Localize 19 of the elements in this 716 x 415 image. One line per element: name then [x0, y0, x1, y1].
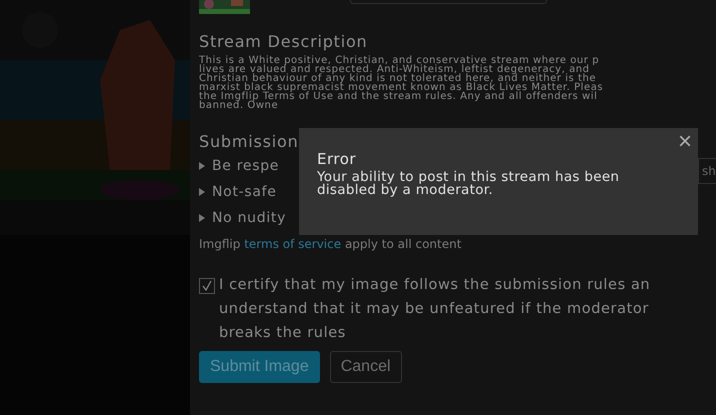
triangle-icon: [199, 162, 205, 170]
terms-text: Imgflip: [199, 237, 242, 251]
triangle-icon: [199, 214, 205, 222]
triangle-icon: [199, 188, 205, 196]
submit-button[interactable]: Submit Image: [199, 351, 320, 383]
section-heading: Stream Description: [199, 32, 369, 51]
dialog-message: Your ability to post in this stream has been disabled by a moderator.: [317, 171, 620, 197]
terms-text: apply to all content: [344, 237, 462, 251]
close-button[interactable]: ×: [676, 129, 694, 155]
rule-text: No nudity: [212, 210, 286, 226]
dialog-title: Error: [317, 150, 358, 168]
rule-text: Be respe: [212, 158, 280, 174]
cancel-button[interactable]: Cancel: [330, 351, 402, 383]
certify-label: I certify that my image follows the submission rules an understand that it may be unfeatured if the moderator breaks the rules: [219, 276, 650, 343]
section-heading: Submission: [199, 132, 299, 151]
certify-checkbox[interactable]: [199, 278, 215, 294]
rule-text: Not-safe: [212, 184, 277, 200]
terms-link[interactable]: terms of service: [244, 237, 342, 251]
stream-description: This is a White positive, Christian, and conservative stream where our p lives are valued and respected. Anti-Whiteism, leftist degeneracy, and Christian behaviour of any kind is not tolerated here, and neither is the marxist black supremacist movement known as Black Lives Matter. Pleas the Imgflip Terms of Use and the stream rules. Any and all offenders wil banned. Owne: [199, 56, 604, 110]
